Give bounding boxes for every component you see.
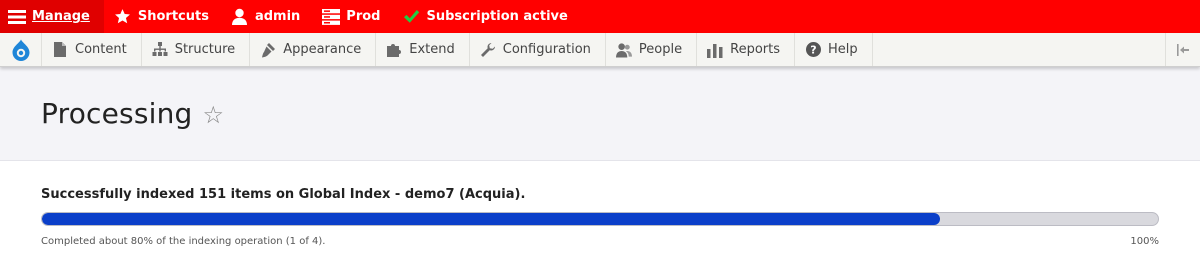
user-label: admin	[254, 9, 301, 24]
progress-message: Successfully indexed 151 items on Global…	[41, 187, 526, 202]
tab-extend[interactable]: Extend	[376, 33, 470, 66]
paintbrush-icon	[260, 42, 276, 58]
manage-label: Manage	[32, 9, 90, 24]
star-icon	[114, 8, 132, 26]
tab-appearance-label: Appearance	[283, 42, 362, 57]
manage-button[interactable]: Manage	[0, 0, 104, 33]
hamburger-menu-icon	[8, 8, 26, 26]
tab-content-label: Content	[75, 42, 127, 57]
tab-people[interactable]: People	[606, 33, 698, 66]
tab-configuration[interactable]: Configuration	[470, 33, 606, 66]
progress-percent: 100%	[1130, 236, 1159, 247]
subscription-status[interactable]: Subscription active	[392, 0, 579, 33]
subscription-label: Subscription active	[426, 9, 568, 24]
sitemap-icon	[152, 42, 168, 58]
progress-meta: Completed about 80% of the indexing oper…	[41, 236, 1159, 247]
shortcuts-label: Shortcuts	[137, 9, 209, 24]
file-icon	[52, 42, 68, 58]
shortcuts-button[interactable]: Shortcuts	[104, 0, 221, 33]
drupal-drop-icon	[12, 39, 29, 61]
wrench-icon	[480, 42, 496, 58]
tab-reports-label: Reports	[730, 42, 780, 57]
tab-help-label: Help	[828, 42, 858, 57]
tab-structure-label: Structure	[174, 42, 236, 57]
drupal-logo[interactable]	[0, 33, 42, 66]
page-header: Processing ☆	[0, 67, 1200, 161]
tab-structure[interactable]: Structure	[142, 33, 251, 66]
tab-configuration-label: Configuration	[502, 42, 591, 57]
checkmark-icon	[402, 8, 420, 26]
admin-toolbar: Content Structure Appearance Extend Conf…	[0, 33, 1200, 67]
collapse-arrow-icon	[1177, 43, 1189, 56]
toolbar-orientation-toggle[interactable]	[1165, 33, 1200, 66]
add-shortcut-star-icon[interactable]: ☆	[203, 101, 225, 129]
user-icon	[231, 8, 249, 26]
progress-bar-fill	[42, 213, 941, 225]
user-button[interactable]: admin	[221, 0, 312, 33]
progress-status: Completed about 80% of the indexing oper…	[41, 236, 326, 247]
svg-text:?: ?	[810, 44, 816, 57]
environment-button[interactable]: Prod	[312, 0, 392, 33]
help-icon: ?	[805, 42, 821, 58]
tab-extend-label: Extend	[409, 42, 455, 57]
admin-topbar: Manage Shortcuts admin Prod Subscription…	[0, 0, 1200, 33]
main-content: Successfully indexed 151 items on Global…	[0, 161, 1200, 247]
tab-appearance[interactable]: Appearance	[250, 33, 377, 66]
puzzle-icon	[386, 42, 402, 58]
tab-content[interactable]: Content	[42, 33, 142, 66]
bar-chart-icon	[707, 42, 723, 58]
tab-reports[interactable]: Reports	[697, 33, 795, 66]
people-icon	[615, 42, 632, 58]
page-title: Processing	[41, 97, 193, 130]
server-icon	[322, 8, 341, 26]
environment-label: Prod	[346, 9, 381, 24]
tab-people-label: People	[638, 42, 683, 57]
tab-help[interactable]: ? Help	[795, 33, 873, 66]
progress-bar	[41, 212, 1159, 226]
